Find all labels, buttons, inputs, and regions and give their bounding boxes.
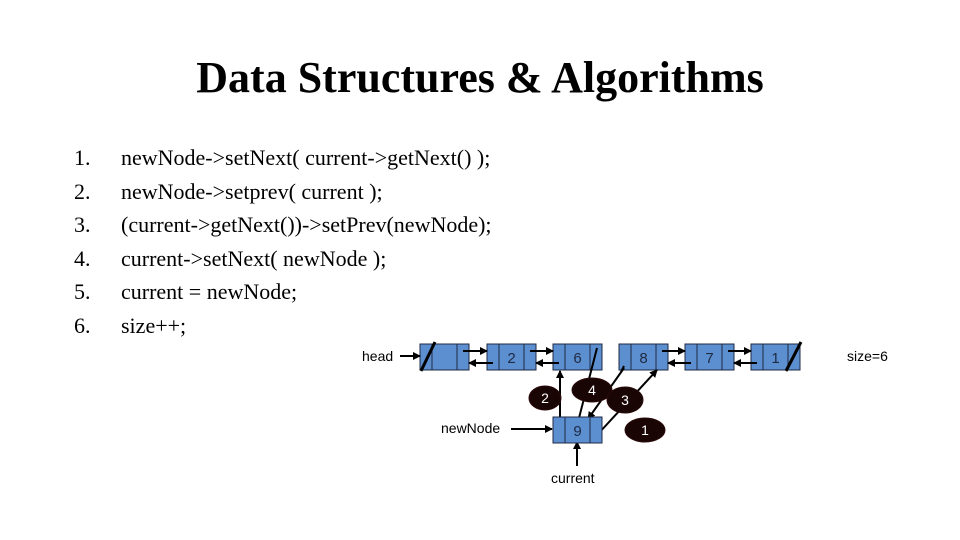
new-node: 9	[552, 416, 603, 444]
node-value: 1	[771, 350, 779, 367]
node-value: 8	[639, 350, 647, 367]
head-label: head	[362, 348, 393, 364]
list-nodes: 2 6 8 7 1	[419, 341, 803, 372]
current-label: current	[551, 470, 595, 486]
callout-number: 1	[641, 422, 649, 438]
newnode-label: newNode	[441, 420, 500, 436]
node-value: 9	[573, 423, 581, 440]
list-node	[419, 341, 470, 372]
callout-number: 2	[541, 390, 549, 406]
new-node-box: 9	[552, 416, 603, 444]
list-node: 2	[486, 343, 537, 371]
step-callout: 1	[624, 417, 666, 443]
step-callout: 4	[571, 377, 613, 403]
callout-number: 3	[621, 392, 629, 408]
size-label: size=6	[847, 348, 888, 364]
list-node: 1	[750, 341, 803, 372]
linked-list-diagram: head size=6 newNode current 26871 9 2 431	[362, 341, 888, 486]
step-callout: 2	[528, 385, 562, 411]
node-value: 2	[507, 350, 515, 367]
step-callout: 3	[606, 386, 644, 414]
node-value: 6	[573, 350, 581, 367]
callout-number: 4	[588, 382, 596, 398]
node-value: 7	[705, 350, 713, 367]
list-node: 8	[618, 343, 669, 371]
list-node: 7	[684, 343, 735, 371]
